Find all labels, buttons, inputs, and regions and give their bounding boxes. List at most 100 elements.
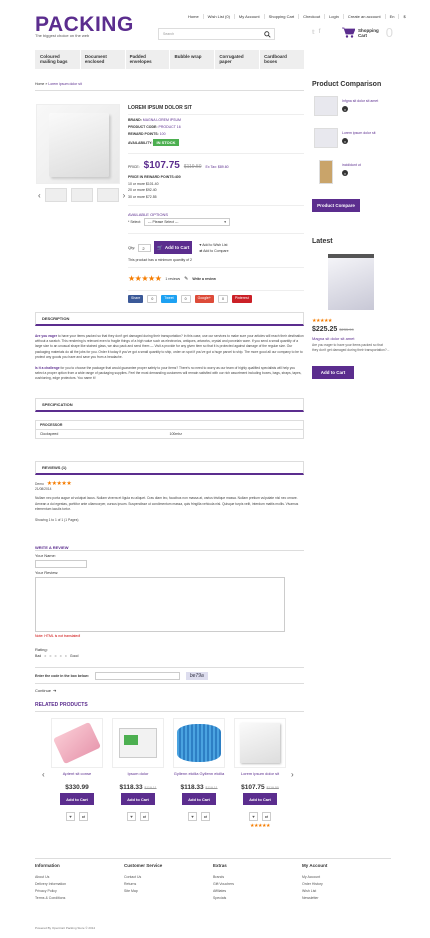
continue-button[interactable]: Continue ➔ bbox=[35, 688, 56, 693]
breadcrumb-home[interactable]: Home bbox=[35, 82, 44, 86]
product-name[interactable]: Ipsum dolor bbox=[112, 771, 164, 783]
search-icon[interactable] bbox=[264, 31, 271, 38]
compare-icon[interactable]: ⇄ bbox=[140, 812, 149, 821]
product-main-image[interactable] bbox=[36, 104, 120, 184]
breadcrumb-current[interactable]: Lorem ipsum dolor sit bbox=[48, 82, 81, 86]
review-textarea[interactable] bbox=[35, 577, 285, 632]
product-name[interactable]: Aptent sit conse bbox=[51, 771, 103, 783]
toplink-home[interactable]: Home bbox=[184, 14, 204, 19]
product-thumbnail[interactable] bbox=[70, 188, 93, 202]
write-review-link[interactable]: Write a review bbox=[192, 277, 215, 281]
search-input[interactable]: Search bbox=[158, 28, 275, 40]
product-name[interactable]: Lorem ipsum dolor sit bbox=[234, 771, 286, 783]
add-to-cart-button[interactable]: 🛒 Add to Cart bbox=[154, 241, 193, 254]
product-thumbnail[interactable] bbox=[96, 188, 119, 202]
heart-icon[interactable]: ♥ bbox=[249, 812, 258, 821]
compare-icon[interactable]: ⇄ bbox=[201, 812, 210, 821]
heart-icon[interactable]: ♥ bbox=[188, 812, 197, 821]
thumb-prev-icon[interactable]: ‹ bbox=[38, 191, 41, 200]
twitter-icon[interactable]: 𝕥 bbox=[312, 29, 315, 36]
reviews-count-link[interactable]: 1 reviews bbox=[165, 277, 180, 281]
google-plus-button[interactable]: Google+ bbox=[194, 295, 214, 303]
rating-radio[interactable]: ○ bbox=[60, 654, 62, 658]
facebook-share-button[interactable]: Share bbox=[128, 295, 144, 303]
heart-icon[interactable]: ♥ bbox=[66, 812, 75, 821]
add-to-cart-button[interactable]: Add to Cart bbox=[60, 793, 94, 805]
toplink-checkout[interactable]: Checkout bbox=[299, 14, 326, 19]
language-select[interactable]: En bbox=[386, 14, 400, 19]
compare-item-name[interactable]: Infgna sit dolor sit amet bbox=[342, 99, 378, 103]
nav-item-corrugated-paper[interactable]: Corrugated paper bbox=[215, 50, 261, 69]
compare-item-name[interactable]: Lorem ipsum dolor sit bbox=[342, 131, 375, 135]
rating-radio[interactable]: ○ bbox=[49, 654, 51, 658]
nav-item-cardboard-boxes[interactable]: Cardboard boxes bbox=[260, 50, 304, 69]
product-name[interactable]: Gyllenn elcilia Gyllenn elcilia bbox=[173, 771, 225, 783]
product-image[interactable] bbox=[112, 718, 164, 768]
compare-item-name[interactable]: incididunt ut bbox=[342, 163, 361, 167]
footer-link[interactable]: Contact Us bbox=[124, 874, 213, 881]
footer-link[interactable]: Site Map bbox=[124, 888, 213, 895]
related-next-icon[interactable]: › bbox=[291, 770, 294, 779]
footer-link[interactable]: Affiliates bbox=[213, 888, 302, 895]
add-to-cart-button[interactable]: Add to Cart bbox=[182, 793, 216, 805]
currency-select[interactable]: $ bbox=[399, 14, 409, 19]
quantity-field[interactable]: 2 bbox=[138, 243, 152, 252]
option-select[interactable]: --- Please Select --- ▾ bbox=[144, 218, 231, 226]
remove-icon[interactable]: × bbox=[342, 106, 348, 112]
toplink-wishlist[interactable]: Wish List (0) bbox=[204, 14, 235, 19]
remove-icon[interactable]: × bbox=[342, 170, 348, 176]
toplink-cart[interactable]: Shopping Cart bbox=[265, 14, 300, 19]
heart-icon[interactable]: ♥ bbox=[127, 812, 136, 821]
product-image[interactable] bbox=[234, 718, 286, 768]
footer-link[interactable]: Brands bbox=[213, 874, 302, 881]
toplink-login[interactable]: Login bbox=[325, 14, 344, 19]
footer-link[interactable]: Specials bbox=[213, 895, 302, 902]
brand-value[interactable]: MAGNA LOREM IPSUM bbox=[143, 118, 181, 122]
nav-item-document-enclosed[interactable]: Document enclosed bbox=[81, 50, 126, 69]
captcha-input[interactable] bbox=[94, 671, 180, 680]
pinterest-button[interactable]: Pinterest bbox=[231, 295, 252, 303]
latest-name[interactable]: Magna sit dolor sit amet bbox=[312, 336, 354, 341]
compare-icon[interactable]: ⇄ bbox=[79, 812, 88, 821]
facebook-icon[interactable]: f bbox=[319, 29, 321, 36]
compare-item-image[interactable] bbox=[314, 128, 338, 148]
footer-link[interactable]: Gift Vouchers bbox=[213, 881, 302, 888]
add-to-cart-button[interactable]: Add to Cart bbox=[121, 793, 155, 805]
toplink-account[interactable]: My Account bbox=[235, 14, 265, 19]
nav-item-bubble-wrap[interactable]: Bubble wrap bbox=[170, 50, 216, 69]
footer-link[interactable]: Delivery Information bbox=[35, 881, 124, 888]
footer-link[interactable]: Newsletter bbox=[302, 895, 391, 902]
rating-radio[interactable]: ○ bbox=[54, 654, 56, 658]
tweet-button[interactable]: Tweet bbox=[161, 295, 177, 303]
compare-item-image[interactable] bbox=[319, 160, 333, 184]
rating-radio[interactable]: ○ bbox=[65, 654, 67, 658]
add-to-compare-link[interactable]: ⇄ Add to Compare bbox=[199, 248, 228, 254]
product-compare-button[interactable]: Product Compare bbox=[312, 199, 360, 212]
nav-item-padded-envelopes[interactable]: Padded envelopes bbox=[126, 50, 171, 69]
footer-link[interactable]: Wish List bbox=[302, 888, 391, 895]
reviews-tab[interactable]: REVIEWS (1) bbox=[35, 461, 304, 475]
header-cart[interactable]: Shopping Cart 0 bbox=[342, 25, 393, 40]
rating-radio[interactable]: ○ bbox=[44, 654, 46, 658]
compare-icon[interactable]: ⇄ bbox=[262, 812, 271, 821]
footer-link[interactable]: About Us bbox=[35, 874, 124, 881]
footer-link[interactable]: Privacy Policy bbox=[35, 888, 124, 895]
footer-link[interactable]: Terms & Conditions bbox=[35, 895, 124, 902]
specification-tab[interactable]: SPECIFICATION bbox=[35, 398, 304, 412]
thumb-next-icon[interactable]: › bbox=[123, 191, 126, 200]
review-name-input[interactable] bbox=[35, 560, 87, 568]
toplink-register[interactable]: Create an account bbox=[344, 14, 386, 19]
compare-item-image[interactable] bbox=[314, 96, 338, 116]
latest-add-to-cart-button[interactable]: Add to Cart bbox=[312, 366, 354, 379]
remove-icon[interactable]: × bbox=[342, 138, 348, 144]
related-prev-icon[interactable]: ‹ bbox=[42, 770, 45, 779]
footer-link[interactable]: Order History bbox=[302, 881, 391, 888]
add-to-wishlist-link[interactable]: ♥ Add to Wish List bbox=[199, 242, 228, 248]
product-thumbnail[interactable] bbox=[44, 188, 67, 202]
product-image[interactable] bbox=[173, 718, 225, 768]
latest-product-image[interactable] bbox=[312, 248, 390, 316]
nav-item-coloured-mailing-bags[interactable]: Coloured mailing bags bbox=[35, 50, 81, 69]
product-image[interactable] bbox=[51, 718, 103, 768]
description-tab[interactable]: DESCRIPTION bbox=[35, 312, 304, 326]
add-to-cart-button[interactable]: Add to Cart bbox=[243, 793, 277, 805]
